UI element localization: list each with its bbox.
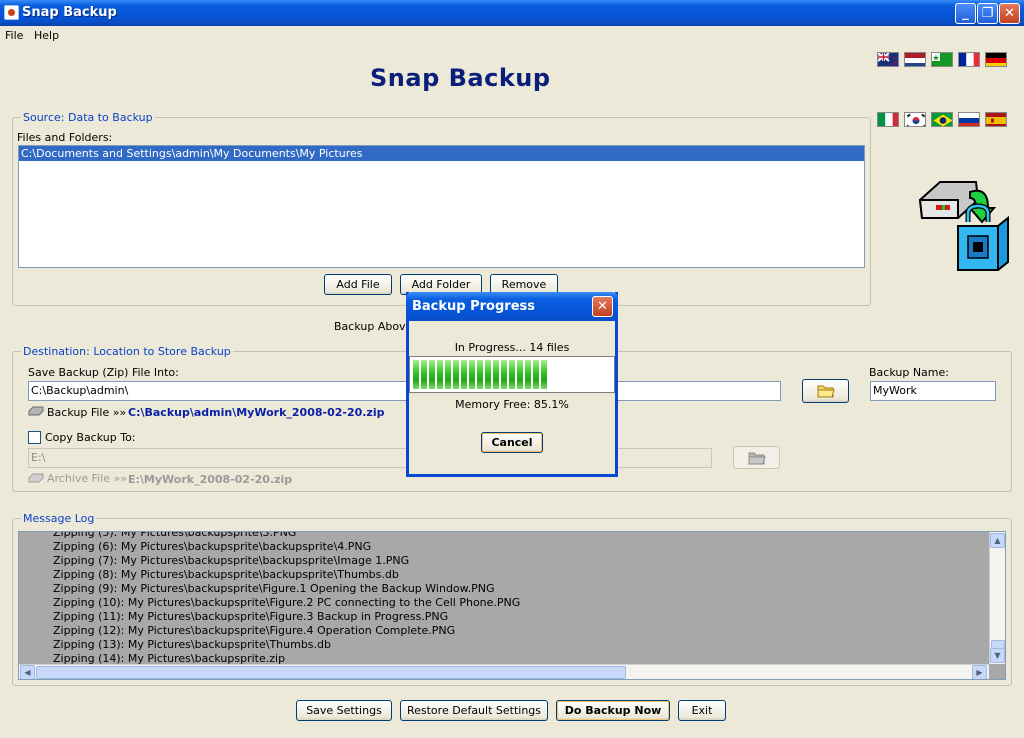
progress-segment (477, 360, 483, 389)
disk-icon (28, 473, 44, 484)
log-vertical-scrollbar[interactable]: ▲ ▼ (989, 532, 1005, 664)
log-line: Zipping (13): My Pictures\backupsprite\T… (53, 638, 331, 651)
progress-segment (429, 360, 435, 389)
archive-file-label: Archive File »» (47, 472, 128, 485)
save-settings-button[interactable]: Save Settings (296, 700, 392, 721)
destination-group-title: Destination: Location to Store Backup (21, 345, 233, 358)
minimize-button[interactable]: _ (955, 3, 976, 24)
do-backup-now-button[interactable]: Do Backup Now (556, 700, 670, 721)
files-folders-label: Files and Folders: (17, 131, 113, 144)
close-button[interactable]: ✕ (999, 3, 1020, 24)
message-log-area[interactable]: Zipping (5): My Pictures\backupsprite\3.… (18, 531, 1006, 680)
log-line: Zipping (7): My Pictures\backupsprite\ba… (53, 554, 410, 567)
restore-defaults-button[interactable]: Restore Default Settings (400, 700, 548, 721)
log-line: Zipping (8): My Pictures\backupsprite\ba… (53, 568, 399, 581)
progress-segment (469, 360, 475, 389)
save-backup-input[interactable]: C:\Backup\admin\ (28, 381, 781, 401)
backup-name-input[interactable]: MyWork (870, 381, 996, 401)
cancel-button[interactable]: Cancel (481, 432, 543, 453)
menu-help[interactable]: Help (34, 29, 59, 42)
esperanto-flag-icon[interactable] (931, 52, 953, 67)
progress-segment (533, 360, 539, 389)
log-line: Zipping (5): My Pictures\backupsprite\3.… (53, 531, 297, 539)
spain-flag-icon[interactable] (985, 112, 1007, 127)
save-backup-label: Save Backup (Zip) File Into: (28, 366, 179, 379)
log-line: Zipping (6): My Pictures\backupsprite\ba… (53, 540, 372, 553)
browse-folder-button[interactable] (802, 379, 849, 403)
progress-status: In Progress... 14 files (454, 341, 570, 354)
log-line: Zipping (10): My Pictures\backupsprite\F… (53, 596, 521, 609)
log-line: Zipping (11): My Pictures\backupsprite\F… (53, 610, 449, 623)
log-line: Zipping (12): My Pictures\backupsprite\F… (53, 624, 456, 637)
progress-segment (437, 360, 443, 389)
germany-flag-icon[interactable] (985, 52, 1007, 67)
window-title: Snap Backup (22, 5, 117, 20)
scroll-down-icon[interactable]: ▼ (990, 648, 1005, 663)
folder-icon (817, 385, 835, 398)
app-icon (4, 5, 19, 20)
korea-flag-icon[interactable] (904, 112, 926, 127)
progress-segment (485, 360, 491, 389)
progress-segment (493, 360, 499, 389)
progress-segment (509, 360, 515, 389)
title-bar[interactable] (0, 0, 1024, 26)
backup-name-label: Backup Name: (869, 366, 949, 379)
progress-segment (525, 360, 531, 389)
new-zealand-flag-icon[interactable] (877, 52, 899, 67)
scroll-right-icon[interactable]: ▶ (972, 665, 987, 679)
scroll-up-icon[interactable]: ▲ (990, 533, 1005, 548)
progress-segment (445, 360, 451, 389)
disk-icon (28, 406, 44, 417)
progress-bar (409, 356, 615, 393)
menu-bar (0, 26, 1024, 44)
backup-file-label: Backup File »» (47, 406, 127, 419)
backup-above-text: Backup Above (334, 320, 413, 333)
copy-backup-checkbox[interactable] (28, 431, 41, 444)
message-log-title: Message Log (21, 512, 97, 525)
progress-segment (461, 360, 467, 389)
archive-file-value: E:\MyWork_2008-02-20.zip (128, 473, 293, 486)
menu-file[interactable]: File (5, 29, 23, 42)
progress-segment (541, 360, 547, 389)
dialog-title: Backup Progress (412, 299, 535, 314)
progress-segment (517, 360, 523, 389)
memory-free-text: Memory Free: 85.1% (455, 398, 569, 411)
log-horizontal-scrollbar[interactable]: ◀ ▶ (19, 664, 989, 679)
maximize-button[interactable]: ❐ (977, 3, 998, 24)
copy-backup-label: Copy Backup To: (45, 431, 136, 444)
exit-button[interactable]: Exit (678, 700, 726, 721)
progress-segment (453, 360, 459, 389)
log-line: Zipping (9): My Pictures\backupsprite\Fi… (53, 582, 495, 595)
app-heading: Snap Backup (370, 64, 551, 92)
browse-copy-folder-button[interactable] (733, 446, 780, 469)
progress-segment (413, 360, 419, 389)
scroll-left-icon[interactable]: ◀ (20, 665, 35, 679)
source-group-title: Source: Data to Backup (21, 111, 155, 124)
progress-segment (501, 360, 507, 389)
france-flag-icon[interactable] (958, 52, 980, 67)
files-folders-list[interactable]: C:\Documents and Settings\admin\My Docum… (18, 145, 865, 268)
brazil-flag-icon[interactable] (931, 112, 953, 127)
italy-flag-icon[interactable] (877, 112, 899, 127)
russia-flag-icon[interactable] (958, 112, 980, 127)
dialog-close-button[interactable]: ✕ (592, 296, 613, 317)
progress-segment (421, 360, 427, 389)
progress-fill (413, 360, 547, 389)
add-file-button[interactable]: Add File (324, 274, 392, 295)
netherlands-flag-icon[interactable] (904, 52, 926, 67)
backup-file-value: C:\Backup\admin\MyWork_2008-02-20.zip (128, 406, 385, 419)
horizontal-scroll-thumb[interactable] (36, 666, 626, 679)
folder-icon (748, 452, 766, 465)
backup-illustration-icon (918, 178, 1012, 274)
list-item[interactable]: C:\Documents and Settings\admin\My Docum… (19, 146, 864, 161)
